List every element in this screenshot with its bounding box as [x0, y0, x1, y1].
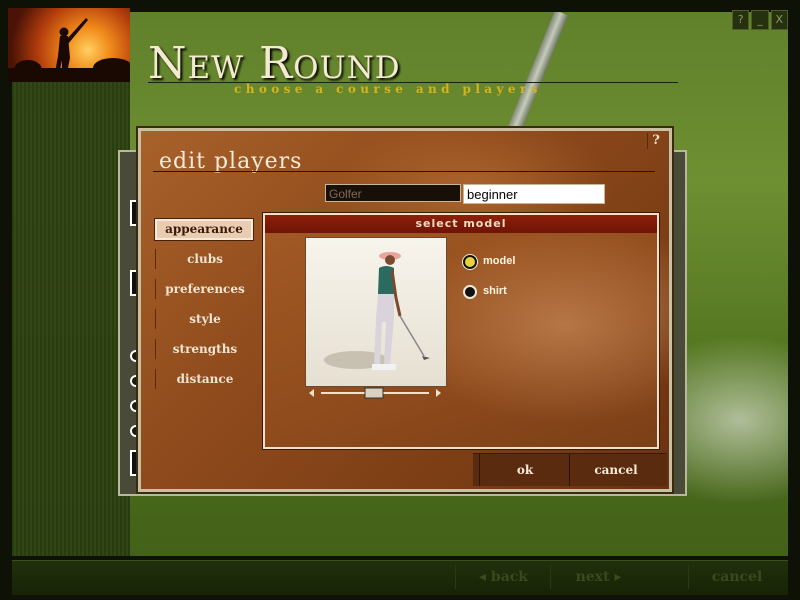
bottom-nav-bar	[12, 560, 788, 595]
window-controls: ? _ X	[732, 10, 788, 30]
shirt-radio-label: shirt	[483, 285, 507, 297]
ok-button[interactable]: ok	[479, 454, 570, 486]
page-subtitle: choose a course and players	[234, 82, 542, 96]
next-arrow-icon: ▸	[614, 569, 622, 585]
golfer-silhouette-icon	[8, 18, 130, 82]
left-decor-strip	[12, 80, 130, 560]
dialog-title-divider	[153, 171, 655, 172]
model-rotation-slider[interactable]	[307, 385, 443, 399]
player-name-field[interactable]: Golfer	[325, 184, 461, 202]
model-radio-label: model	[483, 255, 516, 267]
next-label: next	[575, 569, 610, 585]
dialog-help-button[interactable]: ?	[647, 133, 664, 149]
tab-preferences[interactable]: preferences	[155, 279, 254, 299]
arrow-left-icon[interactable]	[309, 389, 314, 397]
back-arrow-icon: ◂	[479, 569, 487, 585]
cancel-nav-button[interactable]: cancel	[688, 565, 785, 589]
model-preview-image	[305, 237, 447, 387]
tab-clubs[interactable]: clubs	[155, 249, 254, 269]
frame-right	[788, 0, 800, 600]
frame-left	[0, 0, 12, 600]
panel-header: select model	[265, 215, 657, 233]
window-help-button[interactable]: ?	[732, 10, 750, 30]
tab-style[interactable]: style	[155, 309, 254, 329]
sunset-golfer-image	[8, 8, 130, 82]
back-label: back	[490, 569, 528, 585]
tab-appearance[interactable]: appearance	[155, 219, 253, 240]
tab-strengths[interactable]: strengths	[155, 339, 254, 359]
appearance-panel: select model model shirt	[263, 213, 659, 449]
edit-players-dialog: edit players ? Golfer beginner appearanc…	[138, 128, 672, 492]
player-level-field[interactable]: beginner	[463, 184, 605, 204]
model-radio[interactable]	[463, 255, 477, 269]
golfer-model-icon	[324, 252, 430, 370]
next-button[interactable]: next ▸	[550, 565, 646, 589]
slider-thumb[interactable]	[364, 387, 384, 399]
window-close-button[interactable]: X	[770, 10, 788, 30]
arrow-right-icon[interactable]	[436, 389, 441, 397]
dialog-button-bar: ok cancel	[473, 453, 667, 486]
shirt-radio[interactable]	[463, 285, 477, 299]
back-button[interactable]: ◂ back	[455, 565, 551, 589]
tab-distance[interactable]: distance	[155, 369, 254, 389]
cancel-button[interactable]: cancel	[569, 454, 662, 486]
window-minimize-button[interactable]: _	[751, 10, 769, 30]
